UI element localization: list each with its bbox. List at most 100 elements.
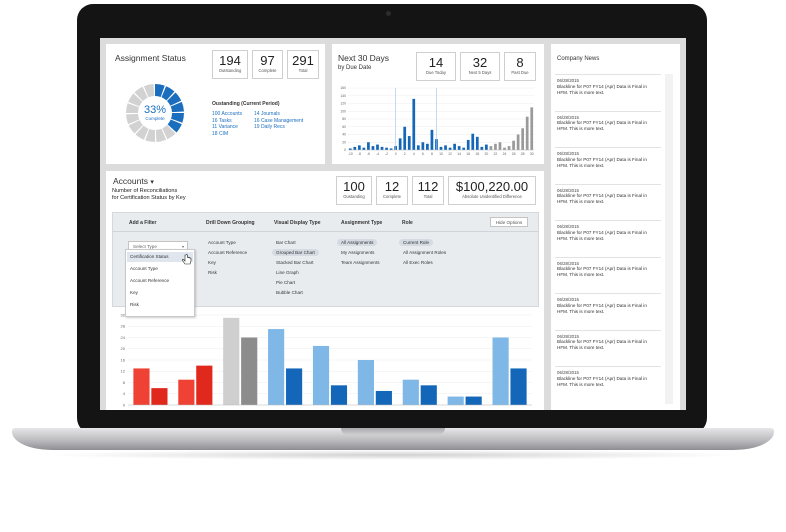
due-date-bar[interactable] xyxy=(457,146,461,150)
accounts-title[interactable]: Accounts ▾ xyxy=(113,176,154,186)
past-due-stat[interactable]: 8 Past Due xyxy=(504,52,536,81)
accounts-complete-stat[interactable]: 12 Complete xyxy=(376,176,408,205)
visual-pie-chart[interactable]: Pie Chart xyxy=(276,280,295,285)
due-date-bar[interactable] xyxy=(498,142,502,150)
due-date-bar[interactable] xyxy=(512,140,515,150)
visual-bubble-chart[interactable]: Bubble Chart xyxy=(276,290,303,295)
drill-risk[interactable]: Risk xyxy=(208,270,217,275)
grouped-bar[interactable] xyxy=(510,368,527,405)
accounts-outstanding-stat[interactable]: 100 Oustanding xyxy=(336,176,372,205)
assignment-all[interactable]: All Assignments xyxy=(337,239,378,246)
grouped-bar[interactable] xyxy=(223,317,240,405)
grouped-bar[interactable] xyxy=(357,360,374,405)
next-5-days-stat[interactable]: 32 Next 5 Days xyxy=(460,52,500,81)
grouped-bar[interactable] xyxy=(241,337,258,406)
assignment-my[interactable]: My Assignments xyxy=(341,250,374,255)
news-item[interactable]: 06/28/2015 Blackline for P07 FY14 (Apr) D… xyxy=(557,334,657,351)
grouped-bar[interactable] xyxy=(178,379,195,405)
news-item[interactable]: 06/28/2015 Blackline for P07 FY14 (Apr) D… xyxy=(557,151,657,168)
due-date-bar[interactable] xyxy=(407,136,411,150)
due-date-bar[interactable] xyxy=(380,146,384,150)
grouped-bar[interactable] xyxy=(420,385,437,405)
due-date-bar[interactable] xyxy=(376,144,379,150)
link-variance[interactable]: 11 Variance xyxy=(212,124,242,131)
grouped-bar[interactable] xyxy=(312,345,330,405)
due-date-bar[interactable] xyxy=(494,143,497,150)
option-account-type[interactable]: Account Type xyxy=(130,266,158,271)
due-date-bar[interactable] xyxy=(416,145,420,150)
grouped-bar[interactable] xyxy=(447,396,464,405)
news-scrollbar[interactable] xyxy=(665,74,673,404)
role-all-assignment[interactable]: All Assignment Roles xyxy=(403,250,446,255)
due-date-bar[interactable] xyxy=(525,116,529,150)
news-item[interactable]: 06/28/2015 Blackline for P07 FY14 (Apr) D… xyxy=(557,370,657,387)
due-date-bar[interactable] xyxy=(448,147,452,150)
due-date-bar[interactable] xyxy=(489,146,493,150)
grouped-bar[interactable] xyxy=(268,329,285,405)
assignment-team[interactable]: Team Assignments xyxy=(341,260,380,265)
visual-line-graph[interactable]: Line Graph xyxy=(276,270,299,275)
option-risk[interactable]: Risk xyxy=(130,302,139,307)
link-tasks[interactable]: 16 Tasks xyxy=(212,118,242,125)
difference-stat[interactable]: $100,220.00 Absolute Unidentified Differ… xyxy=(448,176,536,205)
hide-options-button[interactable]: Hide Options xyxy=(490,217,528,227)
news-item[interactable]: 06/28/2015 Blackline for P07 FY14 (Apr) D… xyxy=(557,78,657,95)
due-date-bar[interactable] xyxy=(480,146,484,150)
due-date-bar[interactable] xyxy=(430,129,434,150)
grouped-bar[interactable] xyxy=(465,396,482,405)
due-date-bar[interactable] xyxy=(485,144,488,150)
due-date-bar[interactable] xyxy=(530,107,534,150)
drill-account-reference[interactable]: Account Reference xyxy=(208,250,247,255)
due-date-bar[interactable] xyxy=(471,133,475,150)
news-item[interactable]: 06/28/2015 Blackline for P07 FY14 (Apr) D… xyxy=(557,297,657,314)
link-journals[interactable]: 14 Journals xyxy=(254,111,303,118)
completion-donut[interactable]: 33% Complete xyxy=(120,78,190,148)
due-date-bar[interactable] xyxy=(462,147,466,150)
due-date-bar[interactable] xyxy=(421,142,425,150)
due-date-bar[interactable] xyxy=(385,147,388,150)
due-date-bar[interactable] xyxy=(444,145,447,150)
grouped-bar[interactable] xyxy=(286,368,303,405)
link-cim[interactable]: 18 CIM xyxy=(212,131,242,138)
due-date-bar[interactable] xyxy=(439,146,443,150)
news-item[interactable]: 06/28/2015 Blackline for P07 FY14 (Apr) D… xyxy=(557,224,657,241)
due-date-bar[interactable] xyxy=(403,126,407,150)
grouped-bar[interactable] xyxy=(492,337,509,406)
visual-stacked-bar-chart[interactable]: Stacked Bar Chart xyxy=(276,260,314,265)
due-date-bar[interactable] xyxy=(466,139,470,150)
outstanding-stat[interactable]: 194 Outstanding xyxy=(212,50,248,79)
grouped-bar[interactable] xyxy=(196,365,213,405)
news-item[interactable]: 06/28/2015 Blackline for P07 FY14 (Apr) D… xyxy=(557,115,657,132)
due-date-bar[interactable] xyxy=(398,138,402,150)
grouped-bar[interactable] xyxy=(402,379,419,405)
grouped-bar[interactable] xyxy=(133,368,150,405)
due-date-bar[interactable] xyxy=(453,143,456,150)
grouped-bar[interactable] xyxy=(375,390,392,405)
option-account-reference[interactable]: Account Reference xyxy=(130,278,169,283)
due-date-bar[interactable] xyxy=(357,145,361,150)
link-case-management[interactable]: 16 Case Management xyxy=(254,118,303,125)
chevron-down-icon[interactable]: ▾ xyxy=(150,179,154,186)
grouped-bar[interactable] xyxy=(151,388,168,405)
due-date-bar[interactable] xyxy=(362,147,366,150)
link-daily-recs[interactable]: 19 Daily Recs xyxy=(254,124,303,131)
due-today-stat[interactable]: 14 Due Today xyxy=(416,52,456,81)
due-date-bar[interactable] xyxy=(475,136,479,150)
grouped-bar[interactable] xyxy=(330,385,348,405)
option-certification-status[interactable]: Certification Status xyxy=(130,254,169,259)
accounts-total-stat[interactable]: 112 Total xyxy=(412,176,444,205)
option-key[interactable]: Key xyxy=(130,290,138,295)
visual-grouped-bar-chart[interactable]: Grouped Bar Chart xyxy=(272,249,319,256)
due-date-bar[interactable] xyxy=(503,147,506,150)
news-item[interactable]: 06/28/2015 Blackline for P07 FY14 (Apr) D… xyxy=(557,261,657,278)
due-date-bar[interactable] xyxy=(516,134,520,151)
due-date-bar[interactable] xyxy=(367,142,370,150)
total-stat[interactable]: 291 Total xyxy=(287,50,319,79)
complete-stat[interactable]: 97 Complete xyxy=(252,50,283,79)
due-date-bar[interactable] xyxy=(507,146,511,150)
due-date-bar[interactable] xyxy=(371,146,375,150)
visual-bar-chart[interactable]: Bar Chart xyxy=(276,240,296,245)
role-current[interactable]: Current Role xyxy=(399,239,434,246)
drill-account-type[interactable]: Account Type xyxy=(208,240,236,245)
due-date-bar[interactable] xyxy=(426,143,429,150)
